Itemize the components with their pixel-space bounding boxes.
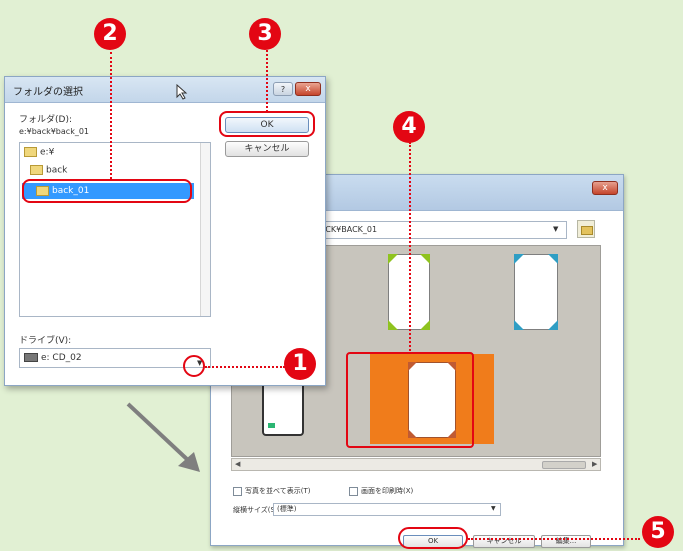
tree-item-back[interactable]: back: [30, 165, 67, 176]
print-screen-label: 画面を印刷時(X): [361, 487, 414, 495]
tree-item-root[interactable]: e:¥: [24, 147, 54, 158]
folder-label: フォルダ(D):: [19, 115, 72, 125]
step-4-badge: 4: [393, 111, 425, 143]
scrollbar-thumb[interactable]: [542, 461, 586, 469]
folder-up-icon[interactable]: [577, 220, 595, 238]
chevron-down-icon[interactable]: ▼: [553, 225, 558, 233]
leader-line-1: [205, 366, 285, 368]
print-screen-checkbox[interactable]: [349, 487, 358, 496]
cancel-button[interactable]: キャンセル: [225, 141, 309, 157]
drive-icon: [24, 353, 38, 362]
open-folder-icon: [24, 147, 37, 157]
show-photos-checkbox[interactable]: [233, 487, 242, 496]
drive-label: ドライブ(V):: [19, 336, 72, 346]
cursor-icon: [176, 84, 188, 100]
open-folder-icon: [30, 165, 43, 175]
highlight-back-01: [22, 179, 192, 203]
step-3-badge: 3: [249, 18, 281, 50]
leader-line-4: [409, 142, 411, 354]
folder-tree[interactable]: e:¥ back back_01: [19, 142, 211, 317]
tree-scrollbar[interactable]: [200, 143, 210, 316]
image-dialog-path-combobox[interactable]: ACK¥BACK_01: [315, 221, 567, 239]
leader-line-2: [110, 52, 112, 179]
highlight-drive-dropdown: [183, 355, 205, 377]
folder-path-text: e:¥back¥back_01: [19, 127, 89, 136]
horizontal-scrollbar[interactable]: ◀ ▶: [231, 458, 601, 471]
leader-line-3: [266, 50, 268, 112]
show-photos-label: 写真を並べて表示(T): [245, 487, 311, 495]
arrow-icon: [126, 402, 200, 472]
leader-line-5: [468, 538, 640, 540]
step-5-badge: 5: [642, 516, 674, 548]
highlight-image-ok-button: [398, 527, 468, 549]
folder-dialog-titlebar: フォルダの選択 ? x: [5, 77, 325, 103]
scroll-right-icon[interactable]: ▶: [592, 460, 597, 468]
folder-dialog-title: フォルダの選択: [13, 87, 83, 98]
step-1-badge: 1: [284, 348, 316, 380]
highlight-selected-image: [346, 352, 474, 448]
image-extra-button[interactable]: 編集...: [541, 535, 591, 548]
folder-dialog-close-button[interactable]: x: [295, 82, 321, 96]
image-cancel-button[interactable]: キャンセル: [473, 535, 535, 548]
highlight-ok-button: [219, 111, 315, 137]
chevron-down-icon[interactable]: ▼: [491, 505, 496, 512]
step-2-badge: 2: [94, 18, 126, 50]
scroll-left-icon[interactable]: ◀: [235, 460, 240, 468]
size-select[interactable]: (標準): [273, 503, 501, 516]
help-button[interactable]: ?: [273, 82, 293, 96]
thumbnail-blue[interactable]: [514, 254, 558, 330]
image-dialog-close-button[interactable]: x: [592, 181, 618, 195]
